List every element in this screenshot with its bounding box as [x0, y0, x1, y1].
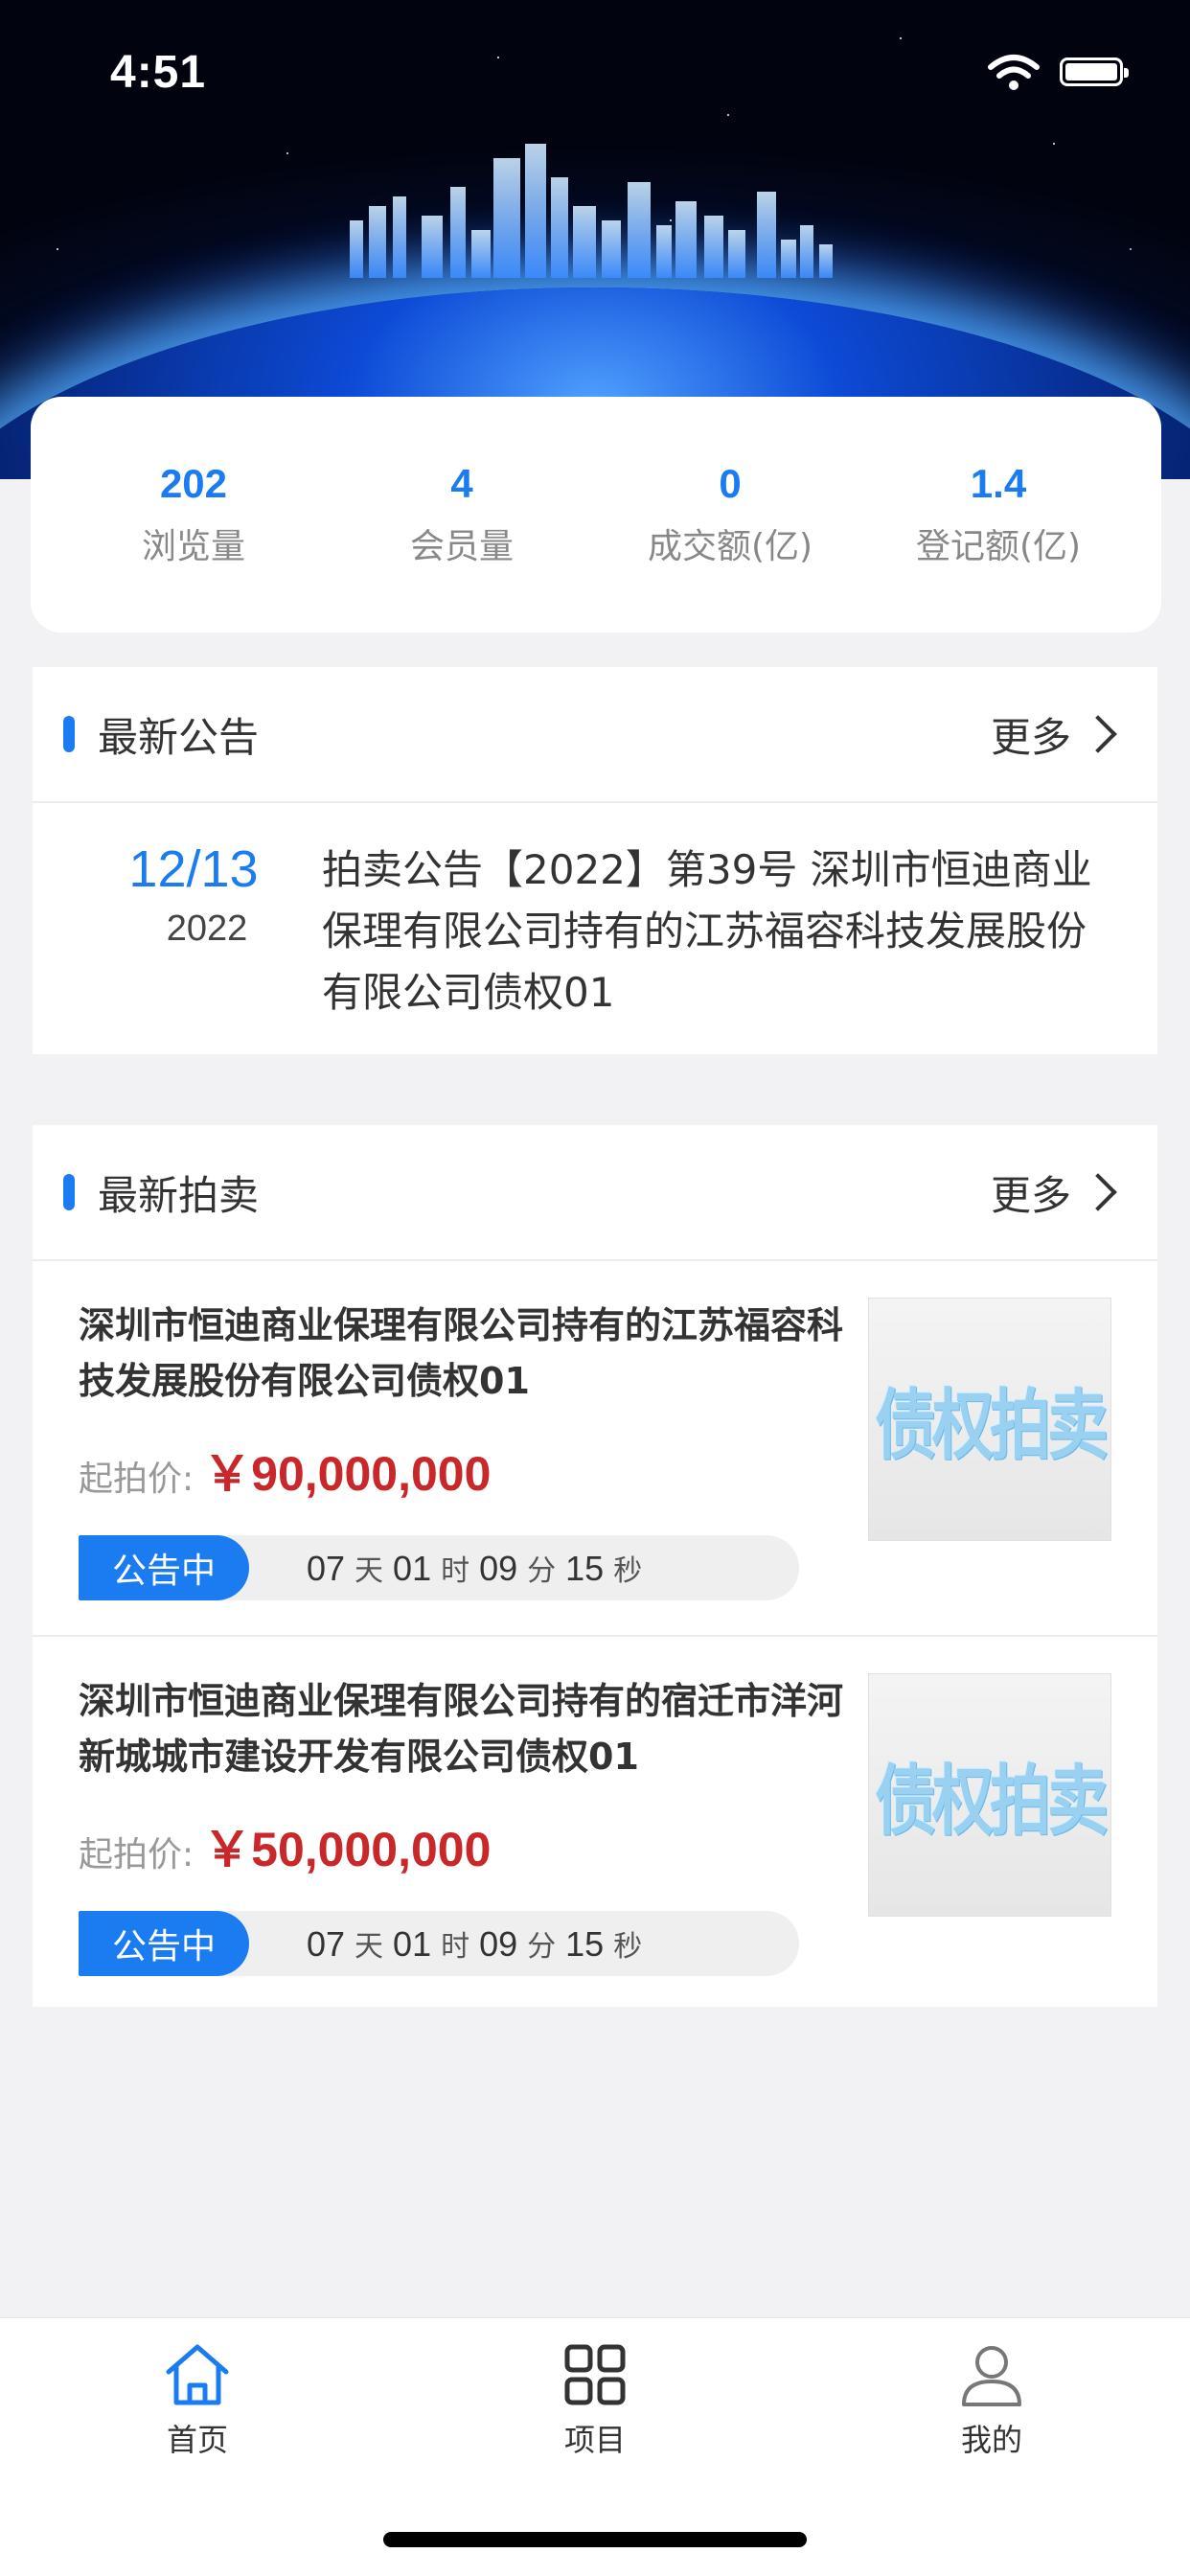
- stat-value: 1.4: [970, 461, 1027, 506]
- stat-views: 202 浏览量: [69, 461, 318, 568]
- countdown-minute-unit: 分: [527, 1931, 557, 1963]
- price-value: ￥90,000,000: [203, 1447, 492, 1501]
- status-time: 4:51: [110, 47, 207, 98]
- thumbnail-text: 债权拍卖: [875, 1757, 1109, 1847]
- auction-item[interactable]: 深圳市恒迪商业保理有限公司持有的宿迁市洋河新城城市建设开发有限公司债权01 起拍…: [33, 1637, 1157, 2012]
- stat-registered: 1.4 登记额(亿): [874, 461, 1123, 568]
- price-label: 起拍价:: [79, 1835, 195, 1874]
- countdown-days: 07: [307, 1924, 346, 1964]
- notice-day: 12/13: [128, 840, 259, 898]
- tab-home-label: 首页: [166, 2422, 228, 2458]
- notice-panel-title: 最新公告: [98, 713, 260, 761]
- countdown-hour-unit: 时: [441, 1931, 470, 1963]
- countdown-second-unit: 秒: [613, 1931, 643, 1963]
- auction-panel-title: 最新拍卖: [98, 1171, 260, 1219]
- countdown-hours: 01: [393, 1924, 432, 1964]
- countdown-minutes: 09: [479, 1549, 518, 1588]
- auction-title: 深圳市恒迪商业保理有限公司持有的宿迁市洋河新城城市建设开发有限公司债权01: [79, 1680, 844, 1778]
- countdown-bar: 公告中 07 天 01 时 09 分 15 秒: [79, 1535, 799, 1600]
- notice-item[interactable]: 12/13 2022 拍卖公告【2022】第39号 深圳市恒迪商业保理有限公司持…: [33, 803, 1157, 1052]
- notice-panel: 最新公告 更多 12/13 2022 拍卖公告【2022】第39号 深圳市恒迪商…: [33, 667, 1157, 1054]
- countdown-seconds: 15: [565, 1549, 605, 1588]
- countdown-text: 07 天 01 时 09 分 15 秒: [249, 1922, 652, 1965]
- title-accent-bar: [63, 1174, 75, 1210]
- thumbnail-text: 债权拍卖: [875, 1381, 1109, 1471]
- more-label: 更多: [990, 1171, 1071, 1219]
- countdown-seconds: 15: [565, 1924, 605, 1964]
- home-icon: [166, 2344, 229, 2405]
- stat-members: 4 会员量: [337, 461, 586, 568]
- price-row: 起拍价: ￥90,000,000: [79, 1436, 491, 1505]
- price-value: ￥50,000,000: [203, 1823, 492, 1876]
- battery-icon: [1060, 58, 1129, 86]
- stat-value: 202: [159, 461, 228, 506]
- user-icon: [962, 2346, 1021, 2406]
- notice-panel-header: 最新公告 更多: [33, 667, 1157, 803]
- tab-projects[interactable]: 项目: [480, 2341, 710, 2460]
- more-label: 更多: [990, 713, 1071, 761]
- countdown-day-unit: 天: [355, 1931, 384, 1963]
- stat-turnover: 0 成交额(亿): [606, 461, 855, 568]
- home-indicator: [383, 2532, 807, 2547]
- auction-panel-header: 最新拍卖 更多: [33, 1125, 1157, 1261]
- chevron-right-icon: [1079, 715, 1117, 753]
- countdown-text: 07 天 01 时 09 分 15 秒: [249, 1547, 652, 1589]
- price-label: 起拍价:: [79, 1460, 195, 1499]
- auction-title: 深圳市恒迪商业保理有限公司持有的江苏福容科技发展股份有限公司债权01: [79, 1304, 844, 1402]
- panel-title-wrap: 最新公告: [63, 705, 259, 764]
- tab-mine-label: 我的: [960, 2422, 1022, 2458]
- countdown-days: 07: [307, 1549, 346, 1588]
- price-row: 起拍价: ￥50,000,000: [79, 1811, 491, 1880]
- countdown-day-unit: 天: [355, 1555, 384, 1587]
- status-badge: 公告中: [79, 1911, 249, 1976]
- stat-value: 4: [450, 461, 473, 506]
- countdown-minutes: 09: [479, 1924, 518, 1964]
- notice-date: 12/13 2022: [79, 840, 309, 1052]
- tab-home[interactable]: 首页: [82, 2341, 312, 2460]
- stat-label: 登记额(亿): [915, 527, 1082, 566]
- countdown-hours: 01: [393, 1549, 432, 1588]
- countdown-minute-unit: 分: [527, 1555, 557, 1587]
- tab-projects-label: 项目: [563, 2422, 626, 2458]
- countdown-bar: 公告中 07 天 01 时 09 分 15 秒: [79, 1911, 799, 1976]
- grid-icon: [564, 2344, 626, 2405]
- auction-item[interactable]: 深圳市恒迪商业保理有限公司持有的江苏福容科技发展股份有限公司债权01 起拍价: …: [33, 1261, 1157, 1637]
- notice-more-link[interactable]: 更多: [991, 705, 1117, 764]
- countdown-second-unit: 秒: [613, 1555, 643, 1587]
- title-accent-bar: [63, 716, 75, 752]
- notice-year: 2022: [166, 908, 248, 949]
- stat-label: 成交额(亿): [647, 527, 813, 566]
- status-bar: 4:51: [0, 0, 1190, 125]
- notice-text: 拍卖公告【2022】第39号 深圳市恒迪商业保理有限公司持有的江苏福容科技发展股…: [322, 846, 1092, 1016]
- auction-more-link[interactable]: 更多: [991, 1163, 1117, 1222]
- auction-panel: 最新拍卖 更多 深圳市恒迪商业保理有限公司持有的江苏福容科技发展股份有限公司债权…: [33, 1125, 1157, 2007]
- wifi-icon: [988, 55, 1040, 90]
- auction-thumbnail[interactable]: 债权拍卖: [868, 1673, 1111, 1917]
- panel-title-wrap: 最新拍卖: [63, 1163, 259, 1222]
- tab-mine[interactable]: 我的: [877, 2341, 1107, 2460]
- stat-label: 会员量: [409, 527, 514, 566]
- status-badge: 公告中: [79, 1535, 249, 1600]
- chevron-right-icon: [1079, 1173, 1117, 1211]
- stat-value: 0: [719, 461, 742, 506]
- auction-thumbnail[interactable]: 债权拍卖: [868, 1298, 1111, 1541]
- countdown-hour-unit: 时: [441, 1555, 470, 1587]
- stat-label: 浏览量: [141, 527, 245, 566]
- stats-card: 202 浏览量 4 会员量 0 成交额(亿) 1.4 登记额(亿): [31, 397, 1161, 632]
